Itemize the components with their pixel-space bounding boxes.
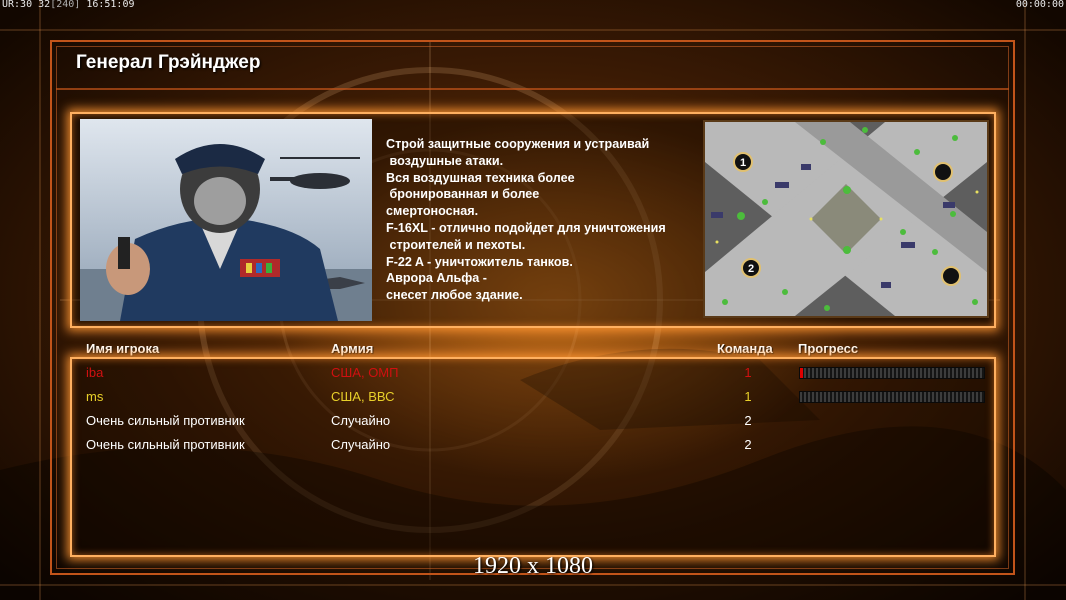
description-line: F-16XL - отлично подойдет для уничтожени… (386, 220, 666, 235)
general-title: Генерал Грэйнджер (76, 52, 261, 73)
player-name: iba (86, 365, 104, 380)
hud-timer: 00:00:00 (1015, 0, 1064, 10)
player-team: 2 (744, 413, 752, 428)
map-preview: 1 2 (703, 120, 989, 318)
description-line: бронированная и более (386, 187, 540, 202)
player-progress-bar (799, 367, 985, 379)
player-team: 1 (744, 389, 752, 404)
player-army: США, ВВС (331, 389, 395, 404)
general-portrait (80, 119, 372, 321)
player-name: Очень сильный противник (86, 413, 245, 428)
hud-stats-prefix: UR:30 (2, 0, 33, 10)
description-line: Вся воздушная техника более (386, 170, 575, 185)
description-line: воздушные атаки. (386, 153, 504, 168)
title-divider (56, 88, 1009, 90)
description-line: Строй защитные сооружения и устраивай (386, 137, 650, 151)
header-team: Команда (717, 341, 773, 356)
player-army: Случайно (331, 413, 391, 428)
description-line: смертоносная. (386, 204, 479, 219)
header-progress: Прогресс (798, 341, 859, 356)
map-start-2: 2 (748, 263, 754, 275)
player-team: 2 (744, 437, 752, 452)
map-start-1: 1 (740, 157, 746, 169)
player-army: Случайно (331, 437, 391, 452)
player-progress-bar (799, 391, 985, 403)
hud-fps: 32 (38, 0, 51, 10)
progress-fill (800, 368, 803, 378)
player-team: 1 (744, 365, 752, 380)
resolution-label: 1920 x 1080 (473, 553, 593, 579)
player-army: США, ОМП (331, 365, 399, 380)
hud-bracket: [240] (50, 0, 81, 10)
players-panel (70, 357, 996, 557)
description-line: снесет любое здание. (386, 288, 523, 303)
hud-clock: 16:51:09 (86, 0, 135, 10)
general-description: Строй защитные сооружения и устраивай во… (386, 136, 696, 304)
player-name: ms (86, 389, 104, 404)
header-army: Армия (331, 341, 374, 356)
hud-stats: UR:30 32[240] 16:51:09 (2, 0, 135, 10)
description-line: строителей и пехоты. (386, 237, 526, 252)
header-player-name: Имя игрока (86, 341, 160, 356)
player-name: Очень сильный противник (86, 437, 245, 452)
description-line: Аврора Альфа - (386, 271, 487, 286)
description-line: F-22 A - уничтожитель танков. (386, 254, 573, 269)
